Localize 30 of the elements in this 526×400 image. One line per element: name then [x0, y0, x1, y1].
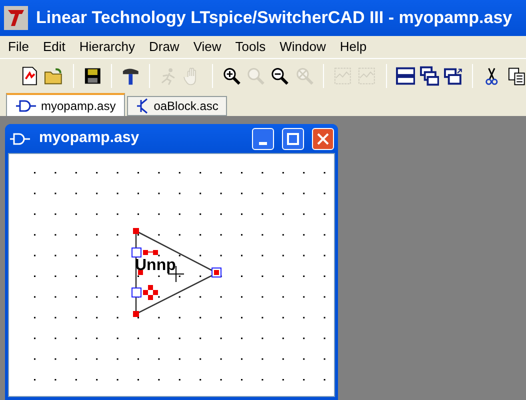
arrange-windows-icon[interactable]	[444, 66, 464, 86]
document-tab[interactable]: myopamp.asy	[6, 93, 125, 116]
window-title: Linear Technology LTspice/SwitcherCAD III - myopamp.asy	[36, 7, 512, 30]
cascade-windows-icon[interactable]	[420, 66, 440, 86]
folder-icon[interactable]	[44, 66, 64, 86]
menu-item[interactable]: Draw	[148, 37, 180, 57]
menu-item[interactable]: Help	[340, 37, 367, 57]
close-icon	[317, 132, 329, 144]
zoom-in-icon[interactable]	[222, 66, 242, 86]
document-tab[interactable]: oaBlock.asc	[126, 96, 228, 116]
new-document-icon[interactable]	[20, 66, 40, 86]
copy-icon[interactable]	[506, 66, 526, 86]
menu-item[interactable]: File	[8, 37, 29, 57]
menu-item[interactable]: Hierarchy	[79, 37, 135, 57]
close-button[interactable]	[312, 128, 334, 150]
app-logo-icon	[4, 6, 28, 30]
maximize-icon	[287, 132, 299, 144]
minimize-button[interactable]	[252, 128, 274, 150]
menu-item[interactable]: Tools	[235, 37, 266, 57]
menu-item[interactable]: Window	[280, 37, 326, 57]
symbol-icon	[15, 98, 37, 112]
menu-item[interactable]: Edit	[42, 37, 66, 57]
minimize-icon	[259, 142, 267, 144]
menu-item[interactable]: View	[193, 37, 222, 57]
tile-windows-icon[interactable]	[396, 66, 415, 86]
transistor-icon	[136, 98, 150, 114]
document-title: myopamp.asy	[39, 128, 140, 148]
zoom-out-icon[interactable]	[270, 66, 290, 86]
maximize-button[interactable]	[282, 128, 304, 150]
symbol-icon	[9, 132, 31, 146]
